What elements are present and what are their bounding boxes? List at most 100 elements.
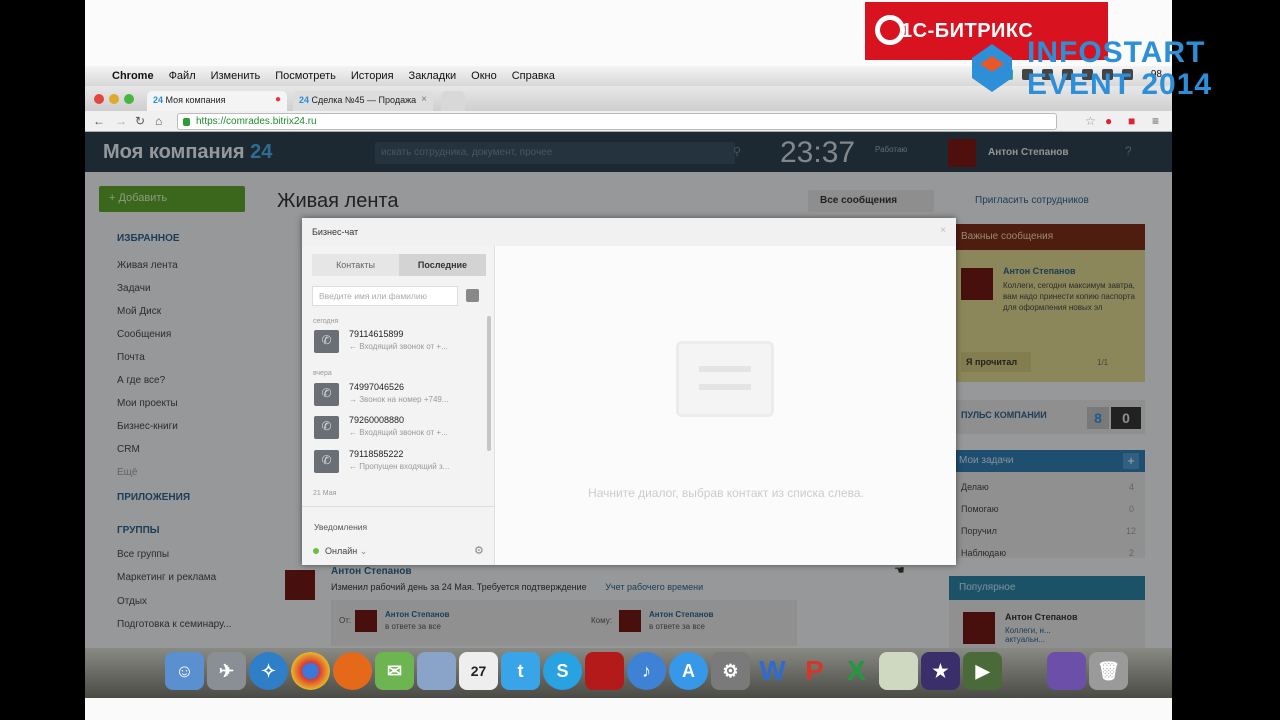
forward-icon[interactable]: → [115,114,127,128]
safari-icon[interactable]: ✧ [249,652,288,690]
preview-app-icon[interactable] [879,652,918,690]
tab-close-icon[interactable]: ● [275,94,281,105]
empty-chat-hint: Начните диалог, выбрав контакт из списка… [588,486,864,500]
chevron-down-icon: ⌄ [359,546,368,556]
tab-label: Сделка №45 — Продажа [311,95,417,105]
tab-close-icon[interactable]: × [421,94,427,105]
finder-icon[interactable]: ☺ [165,652,204,690]
contact-search-input[interactable]: Введите имя или фамилию [312,286,458,306]
minimize-window-icon[interactable] [109,94,119,104]
online-status-icon [313,548,319,554]
bookmark-star-icon[interactable]: ☆ [1085,114,1096,128]
list-item[interactable]: ✆ 74997046526 → Звонок на номер +749... [314,381,484,409]
list-item[interactable]: ✆ 79260008880 ← Входящий звонок от +... [314,414,484,442]
phone-icon: ✆ [314,383,339,406]
address-bar[interactable]: https://comrades.bitrix24.ru [177,113,1057,130]
chrome-menu-icon[interactable]: ≡ [1152,114,1159,128]
status-selector[interactable]: Онлайн ⌄ [313,546,367,557]
system-preferences-icon[interactable]: ⚙ [711,652,750,690]
list-item[interactable]: ✆ 79118585222 ← Пропущен входящий з... [314,448,484,476]
home-icon[interactable]: ⌂ [155,114,162,128]
terminal-icon[interactable]: ▶ [963,652,1002,690]
menu-view[interactable]: Посмотреть [275,70,336,82]
app-store-icon[interactable]: A [669,652,708,690]
call-number: 74997046526 [349,382,405,392]
imovie-icon[interactable]: ★ [921,652,960,690]
reload-icon[interactable]: ↻ [135,114,145,128]
chat-dialog-area: Начните диалог, выбрав контакт из списка… [496,246,956,577]
call-description: ← Входящий звонок от +... [349,342,448,351]
empty-chat-icon [676,341,774,417]
day-separator-yesterday: вчера [313,370,332,377]
zoom-window-icon[interactable] [124,94,134,104]
chat-title: Бизнес-чат [312,227,359,237]
tab-favicon: 24 [299,95,310,105]
photo-booth-icon[interactable] [585,652,624,690]
extension-icon[interactable]: ■ [1128,114,1135,128]
menu-history[interactable]: История [351,70,394,82]
call-number: 79118585222 [349,449,404,459]
call-number: 79260008880 [349,415,405,425]
messages-icon[interactable]: ✉ [375,652,414,690]
gear-icon[interactable]: ⚙ [474,544,484,557]
phone-icon: ✆ [314,330,339,353]
menu-bookmarks[interactable]: Закладки [409,70,457,82]
phone-book-icon[interactable] [466,289,479,302]
word-icon[interactable]: W [753,652,792,690]
firefox-icon[interactable] [333,652,372,690]
business-chat-dialog: Бизнес-чат × Контакты Последние Введите … [302,218,956,577]
menu-help[interactable]: Справка [512,70,555,82]
tab-contacts[interactable]: Контакты [312,254,399,276]
tab-favicon: 24 [153,95,164,105]
bubble-line [699,384,751,390]
itunes-icon[interactable]: ♪ [627,652,666,690]
tab-recent[interactable]: Последние [399,254,486,276]
projected-screen: 1С-БИТРИКС Chrome Файл Изменить Посмотре… [85,0,1172,720]
tab-label: Моя компания [165,95,226,105]
browser-tab-my-company[interactable]: 24 Моя компания ● [147,91,287,111]
event-title-line2: EVENT 2014 [1027,68,1213,101]
browser-toolbar: ← → ↻ ⌂ https://comrades.bitrix24.ru ☆ ●… [85,111,1172,132]
call-description: ← Пропущен входящий з... [349,462,450,471]
bubble-line [699,366,751,372]
preview-icon[interactable] [417,652,456,690]
keynote-icon[interactable] [1047,652,1086,690]
call-description: ← Входящий звонок от +... [349,428,448,437]
browser-tab-deal[interactable]: 24 Сделка №45 — Продажа × [293,91,433,111]
phone-icon: ✆ [314,416,339,439]
infostart-event-logo: INFOSTART EVENT 2014 [972,36,1242,101]
infostart-mark-icon [972,44,1012,92]
contacts-scrollbar[interactable] [487,316,491,451]
menu-window[interactable]: Окно [471,70,497,82]
chat-contacts-panel: Контакты Последние Введите имя или фамил… [302,246,495,565]
call-number: 79114615899 [349,329,404,339]
event-title-line1: INFOSTART [1027,36,1206,69]
excel-icon[interactable]: X [837,652,876,690]
new-tab-button[interactable] [441,91,465,111]
menubar-app-name[interactable]: Chrome [112,70,154,82]
day-separator-may: 21 Мая [313,490,337,497]
chrome-icon[interactable] [291,652,330,690]
launchpad-icon[interactable]: ✈ [207,652,246,690]
list-item[interactable]: ✆ 79114615899 ← Входящий звонок от +... [314,328,484,356]
day-separator-today: сегодня [313,318,339,325]
back-icon[interactable]: ← [93,114,105,128]
trash-icon[interactable]: 🗑 [1089,652,1128,690]
bitrix-ring-icon [875,15,905,45]
notifications-link[interactable]: Уведомления [314,522,367,532]
mac-dock: ☺ ✈ ✧ ✉ 27 t S ♪ A ⚙ W P X ★ ▶ 🗑 [85,648,1172,698]
opera-extension-icon[interactable]: ● [1105,114,1112,128]
close-icon[interactable]: × [940,225,946,236]
skype-icon[interactable]: S [543,652,582,690]
chat-tabs: Контакты Последние [312,254,486,276]
phone-icon: ✆ [314,450,339,473]
close-window-icon[interactable] [94,94,104,104]
calendar-icon[interactable]: 27 [459,652,498,690]
twitter-icon[interactable]: t [501,652,540,690]
chat-title-bar[interactable]: Бизнес-чат [302,218,956,246]
powerpoint-icon[interactable]: P [795,652,834,690]
menu-file[interactable]: Файл [169,70,196,82]
call-description: → Звонок на номер +749... [349,395,449,404]
menu-edit[interactable]: Изменить [211,70,261,82]
